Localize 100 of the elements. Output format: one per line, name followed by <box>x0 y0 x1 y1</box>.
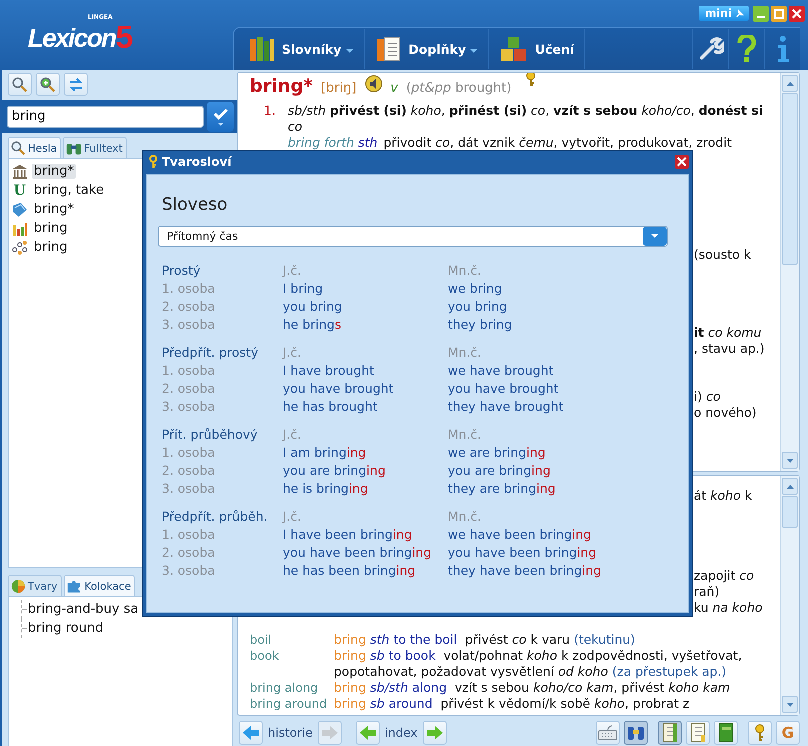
key-button[interactable] <box>748 721 772 745</box>
phrase-keyword[interactable]: book <box>250 648 334 680</box>
entry-item[interactable]: bring* <box>32 202 76 217</box>
zoom-in-button[interactable] <box>36 73 60 96</box>
key-icon <box>148 155 159 169</box>
left-arrow-icon <box>242 725 260 741</box>
phrase-keyword[interactable]: bring around <box>250 696 334 712</box>
tense-name: Předpřít. průběh. <box>162 508 269 526</box>
letter-icon: U <box>12 182 28 198</box>
verb-form: they are bringing <box>448 480 557 498</box>
right-arrow-icon <box>320 725 339 741</box>
right-arrow-icon <box>426 725 444 741</box>
number-label: J.č. <box>283 508 303 526</box>
phrase-keyword[interactable]: bring along <box>250 680 334 696</box>
entry-text: , stavu ap.) <box>694 341 765 356</box>
swap-button[interactable] <box>64 73 88 96</box>
tense-name: Předpřít. prostý <box>162 344 260 362</box>
speaker-icon[interactable] <box>364 75 383 93</box>
entry-text: i) co <box>694 389 721 404</box>
entry-item[interactable]: bring, take <box>32 183 106 198</box>
close-icon <box>677 157 687 167</box>
greenbook-button[interactable] <box>714 721 738 745</box>
entry-item[interactable]: bring <box>32 240 70 255</box>
verb-form: we bring <box>448 280 504 298</box>
maximize-button[interactable] <box>771 6 787 22</box>
scroll-down-button[interactable] <box>782 696 798 713</box>
left-arrow-icon <box>358 725 377 741</box>
keyboard-button[interactable] <box>596 721 620 745</box>
search-button[interactable] <box>8 73 32 96</box>
maximize-icon <box>771 6 787 22</box>
menu-item[interactable]: Slovníky <box>244 29 365 69</box>
menu-item[interactable]: Učení <box>495 29 586 69</box>
verb-form: you bring <box>283 298 344 316</box>
down-arrow-icon <box>786 702 794 706</box>
nav-label: index <box>384 726 418 740</box>
verb-form: I have brought <box>283 362 376 380</box>
search-icon <box>11 141 26 156</box>
binoculars-icon <box>627 725 645 741</box>
scroll-up-button[interactable] <box>782 75 798 92</box>
caret-icon <box>651 234 659 239</box>
entry-text: át koho k <box>694 488 752 503</box>
tab[interactable]: Hesla <box>8 137 62 159</box>
verb-form: he has been bringing <box>283 562 417 580</box>
number-label: J.č. <box>283 262 303 280</box>
tab[interactable]: Tvary <box>8 575 62 597</box>
nav-label: historie <box>268 726 313 740</box>
number-label: Mn.č. <box>448 426 483 444</box>
books-icon <box>248 36 276 62</box>
tab[interactable]: Fulltext <box>63 137 127 159</box>
help-icon <box>736 35 758 63</box>
verb-form: we have brought <box>448 362 555 380</box>
headword: bring* <box>250 79 314 95</box>
tab[interactable]: Kolokace <box>64 575 136 597</box>
verb-form: I bring <box>283 280 324 298</box>
back-button[interactable] <box>356 721 380 745</box>
binoculars-icon <box>66 141 82 156</box>
up-arrow-icon <box>786 82 794 86</box>
swap-arrows-icon <box>68 76 84 92</box>
page-button[interactable] <box>686 721 710 745</box>
person-label: 3. osoba <box>162 480 216 498</box>
menu-item[interactable]: Doplňky <box>370 29 490 69</box>
person-label: 1. osoba <box>162 362 216 380</box>
phrase-entry: bring sth to the boil přivést co k varu (tekutinu) <box>334 632 636 648</box>
close-button[interactable] <box>789 6 805 22</box>
verb-form: he has brought <box>283 398 379 416</box>
collocation-item[interactable]: bring-and-buy sa <box>28 602 139 617</box>
search-field[interactable]: bring <box>7 106 204 128</box>
person-label: 3. osoba <box>162 398 216 416</box>
number-label: Mn.č. <box>448 508 483 526</box>
back-button[interactable] <box>239 721 263 745</box>
tense-dropdown[interactable]: Přítomný čas <box>158 226 668 247</box>
phrase-keyword[interactable]: boil <box>250 632 334 648</box>
person-label: 3. osoba <box>162 316 216 334</box>
binoculars-button[interactable] <box>624 721 648 745</box>
example-object: sth <box>358 135 378 150</box>
key-icon[interactable] <box>524 73 538 87</box>
person-label: 2. osoba <box>162 298 216 316</box>
collocation-item[interactable]: bring round <box>28 621 104 636</box>
scrollbar-thumb[interactable] <box>782 496 798 528</box>
pin-icon <box>735 8 745 18</box>
minimize-button[interactable] <box>753 6 769 22</box>
person-label: 2. osoba <box>162 380 216 398</box>
person-label: 3. osoba <box>162 562 216 580</box>
minimize-icon <box>757 16 765 18</box>
sense-number: 1. <box>264 103 277 120</box>
tense-name: Prostý <box>162 262 202 280</box>
confirm-button[interactable] <box>207 102 234 132</box>
verb-form: you are bringing <box>283 462 387 480</box>
scroll-down-button[interactable] <box>782 452 798 469</box>
verb-form: we have been bringing <box>448 526 592 544</box>
notebook-button[interactable] <box>658 721 682 745</box>
dialog-title: Tvarosloví <box>162 155 233 169</box>
entry-item[interactable]: bring <box>32 221 70 236</box>
close-button[interactable] <box>675 155 689 169</box>
scrollbar-thumb[interactable] <box>782 93 798 265</box>
scroll-up-button[interactable] <box>782 478 798 495</box>
person-label: 2. osoba <box>162 462 216 480</box>
forward-button[interactable] <box>422 721 447 745</box>
entry-item[interactable]: bring* <box>32 164 76 179</box>
phrase-entry: bring sb/sth along vzít s sebou koho/co kam, přivést koho kam <box>334 680 732 696</box>
